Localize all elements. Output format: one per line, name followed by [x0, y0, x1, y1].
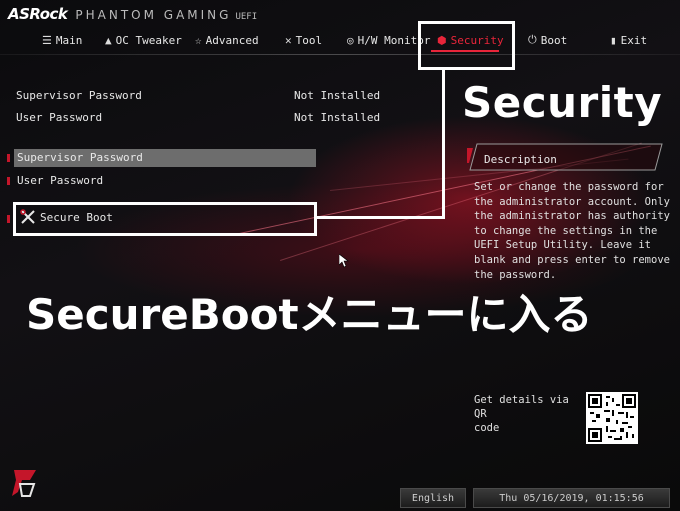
annotation-connector — [317, 216, 445, 219]
status-label: User Password — [16, 111, 103, 124]
star-icon: ☆ — [195, 33, 202, 47]
qr-label-line: code — [474, 422, 500, 434]
description-line: the administrator account. Only — [474, 195, 670, 208]
tab-label: Exit — [620, 33, 648, 47]
tab-label: Tool — [295, 33, 323, 47]
header-divider — [0, 54, 680, 55]
brand-line: PHANTOM GAMING — [75, 8, 232, 22]
phantom-gaming-logo-icon — [10, 468, 40, 502]
item-marker — [7, 154, 10, 162]
qr-label-line: Get details via QR — [474, 394, 569, 420]
description-line: blank and press enter to remove — [474, 253, 670, 266]
status-value: Not Installed — [294, 111, 381, 124]
status-label: Supervisor Password — [16, 89, 142, 102]
annotation-box-security-tab — [418, 21, 515, 70]
qr-label: Get details via QR code — [474, 393, 574, 435]
gauge-icon: ◎ — [347, 33, 354, 47]
menu-item-user-password[interactable]: User Password — [17, 174, 103, 187]
tab-oc-tweaker[interactable]: ▲ OC Tweaker — [105, 28, 182, 52]
tab-boot[interactable]: ⏻ Boot — [528, 28, 567, 52]
tab-main[interactable]: ☰ Main — [42, 28, 82, 52]
description-line: to change the settings in the — [474, 224, 658, 237]
tab-tool[interactable]: ✕ Tool — [285, 28, 322, 52]
qr-code-icon — [586, 392, 638, 444]
overlay-caption-main: SecureBootメニューに入る — [26, 290, 593, 339]
overlay-caption-security: Security — [462, 78, 663, 127]
item-marker — [7, 177, 10, 185]
tools-icon: ✕ — [285, 33, 292, 47]
tab-advanced[interactable]: ☆ Advanced — [195, 28, 259, 52]
menu-item-label: Supervisor Password — [17, 151, 143, 164]
item-marker — [7, 215, 10, 223]
annotation-connector — [442, 69, 445, 219]
language-button[interactable]: English — [400, 488, 466, 508]
description-line: the administrator has authority — [474, 210, 670, 223]
power-icon: ⏻ — [528, 33, 537, 46]
rocket-icon: ▲ — [105, 33, 112, 47]
datetime-display: Thu 05/16/2019, 01:15:56 — [473, 488, 670, 508]
mouse-pointer-icon — [338, 253, 349, 272]
list-icon: ☰ — [42, 33, 52, 47]
annotation-box-secure-boot — [13, 202, 317, 236]
status-value: Not Installed — [294, 89, 381, 102]
exit-door-icon: ▮ — [610, 33, 617, 47]
description-title: Description — [484, 153, 557, 166]
top-navigation: ☰ Main ▲ OC Tweaker ☆ Advanced ✕ Tool ◎ … — [0, 28, 680, 52]
description-line: the password. — [474, 268, 557, 281]
brand-name: ASRock — [8, 5, 68, 23]
tab-exit[interactable]: ▮ Exit — [610, 28, 647, 52]
brand-suffix: UEFI — [235, 12, 258, 22]
description-text: Set or change the password for the admin… — [474, 180, 670, 282]
tab-label: OC Tweaker — [115, 33, 182, 47]
tab-label: Boot — [540, 33, 568, 47]
description-line: UEFI Setup Utility. Leave it — [474, 239, 652, 252]
tab-label: Main — [55, 33, 83, 47]
brand-logo: ASRock PHANTOM GAMING UEFI — [8, 5, 257, 23]
description-line: Set or change the password for — [474, 181, 664, 193]
tab-label: Advanced — [205, 33, 259, 47]
